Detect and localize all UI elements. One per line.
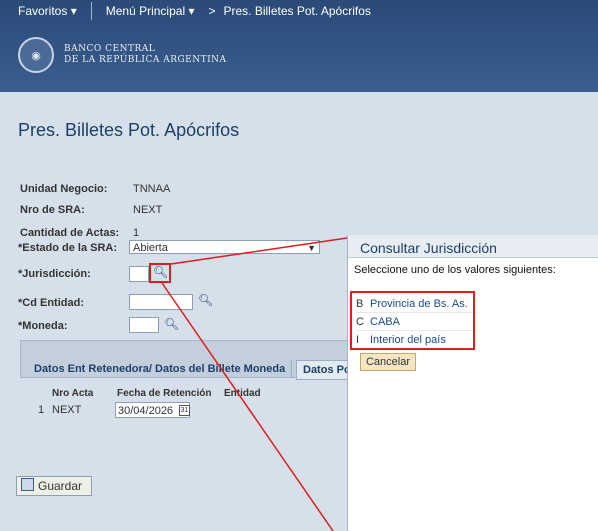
annotation-line-top — [170, 237, 348, 265]
annotation-lines — [161, 237, 348, 531]
annotation-line-bottom — [161, 282, 334, 531]
